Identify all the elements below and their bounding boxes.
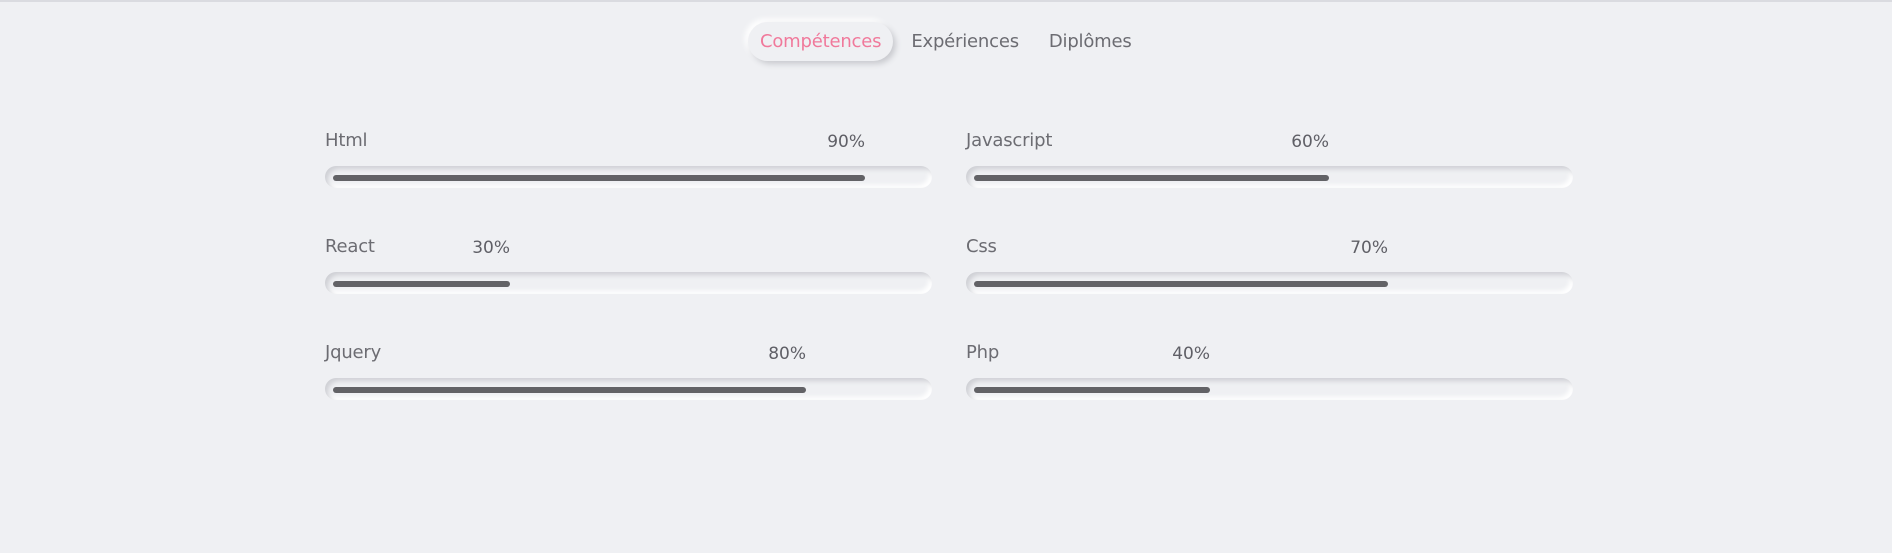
tab-experiences[interactable]: Expériences xyxy=(899,22,1031,61)
progress-fill xyxy=(974,281,1388,287)
skills-grid: Html 90% Javascript 60% React 30% Css 70… xyxy=(325,130,1573,407)
skill-percent: 70% xyxy=(1350,238,1388,258)
skill-percent: 60% xyxy=(1291,132,1329,152)
tab-bar: Compétences Expériences Diplômes xyxy=(748,22,1144,61)
progress-fill xyxy=(974,387,1210,393)
skill-jquery: Jquery 80% xyxy=(325,342,932,407)
skill-percent: 40% xyxy=(1172,344,1210,364)
skill-php: Php 40% xyxy=(966,342,1573,407)
skill-name: React xyxy=(325,236,375,257)
progress-fill xyxy=(333,175,865,181)
top-divider xyxy=(0,0,1892,2)
progress-fill xyxy=(333,387,806,393)
skill-percent: 90% xyxy=(827,132,865,152)
progress-track xyxy=(966,166,1573,188)
progress-track xyxy=(325,272,932,294)
skill-name: Javascript xyxy=(966,130,1053,151)
progress-track xyxy=(325,378,932,400)
skill-name: Html xyxy=(325,130,368,151)
skill-name: Php xyxy=(966,342,1000,363)
skill-javascript: Javascript 60% xyxy=(966,130,1573,195)
skill-html: Html 90% xyxy=(325,130,932,195)
skill-name: Jquery xyxy=(325,342,382,363)
skill-react: React 30% xyxy=(325,236,932,301)
tab-competences[interactable]: Compétences xyxy=(748,22,894,61)
progress-track xyxy=(966,272,1573,294)
progress-fill xyxy=(974,175,1329,181)
skill-css: Css 70% xyxy=(966,236,1573,301)
skill-name: Css xyxy=(966,236,997,257)
skill-percent: 30% xyxy=(472,238,510,258)
progress-fill xyxy=(333,281,510,287)
tab-diplomes[interactable]: Diplômes xyxy=(1037,22,1144,61)
progress-track xyxy=(966,378,1573,400)
skill-percent: 80% xyxy=(768,344,806,364)
progress-track xyxy=(325,166,932,188)
